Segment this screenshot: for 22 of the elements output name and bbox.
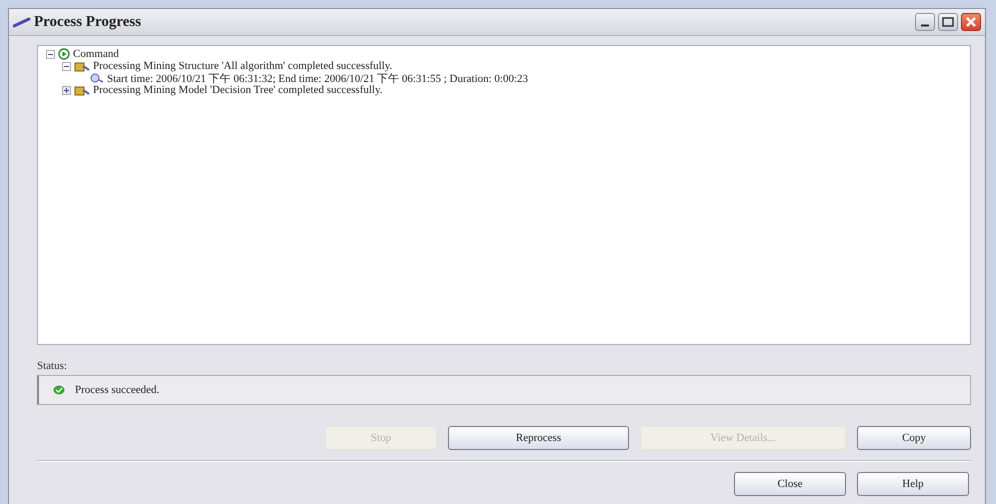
status-message: Process succeeded. — [75, 384, 160, 396]
tree-item[interactable]: Start time: 2006/10/21 下午 06:31:32; End time: 2006/10/21 下午 06:31:55 ; Duration: 0:00:23 — [107, 70, 528, 86]
maximize-button[interactable] — [938, 13, 958, 31]
expander-icon[interactable] — [62, 86, 71, 94]
close-button[interactable] — [961, 13, 981, 31]
dialog-button[interactable]: Close — [734, 472, 846, 496]
close-icon — [965, 16, 977, 28]
tree-item[interactable]: Processing Mining Model 'Decision Tree' completed successfully. — [93, 84, 383, 96]
tree-item[interactable]: Command — [73, 48, 119, 60]
dialog-button[interactable]: Reprocess — [448, 426, 629, 450]
play-icon — [58, 48, 70, 60]
maximize-icon — [942, 17, 954, 27]
expander-icon[interactable] — [62, 62, 71, 70]
expander-icon[interactable] — [46, 50, 55, 58]
tree-item[interactable]: Processing Mining Structure 'All algorithm' completed successfully. — [93, 60, 392, 72]
check-icon — [53, 385, 65, 395]
window-title: Process Progress — [34, 14, 142, 30]
status-label: Status: — [37, 360, 68, 372]
minimize-icon — [921, 24, 929, 26]
dialog-button[interactable]: Help — [857, 472, 969, 496]
minimize-button[interactable] — [915, 13, 935, 31]
dialog-button[interactable]: Copy — [857, 426, 971, 450]
